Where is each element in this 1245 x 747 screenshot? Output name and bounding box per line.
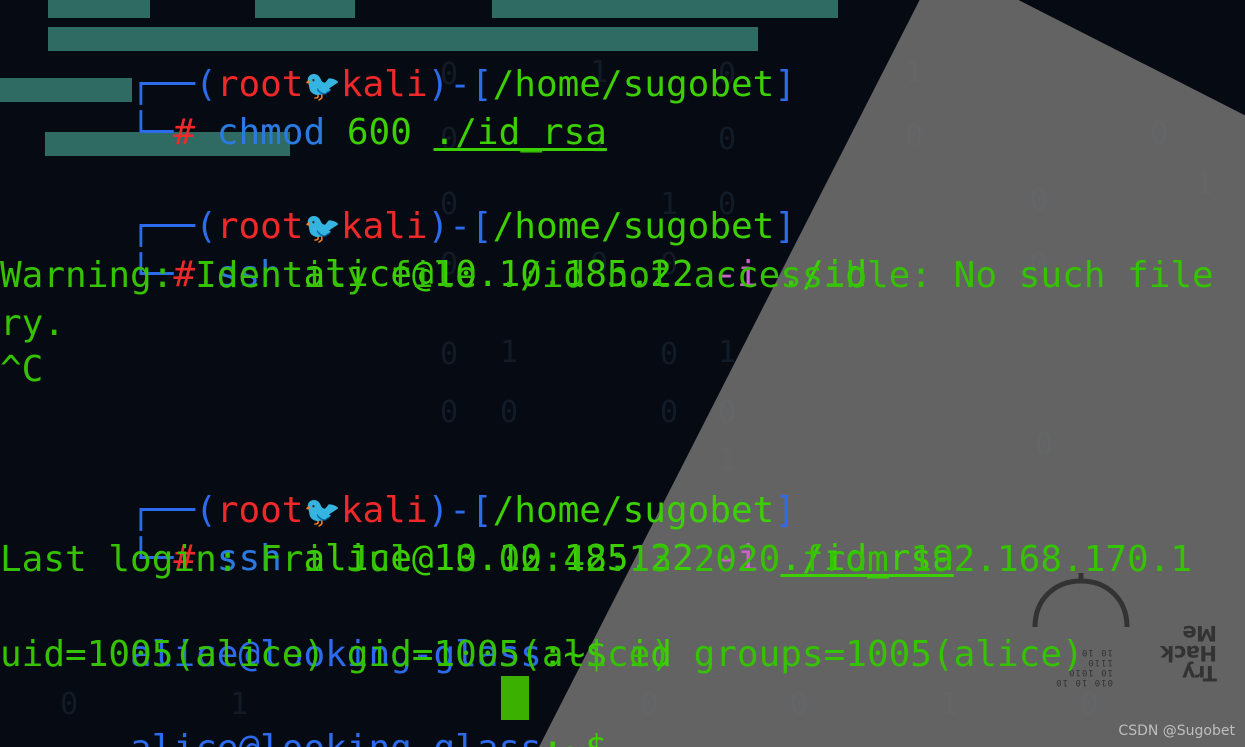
text-cursor[interactable] [501, 676, 529, 720]
terminal-output[interactable]: ┌──(root🐦kali)-[/home/sugobet] └─# chmod… [0, 0, 1245, 747]
terminal-screen: 0 1 0 1 0 0 0 1 0 1 0 0 0 0 0 0 0 1 0 1 … [0, 0, 1245, 747]
output-line: uid=1005(alice) gid=1005(alice) groups=1… [0, 634, 1084, 675]
output-line: Last login: Fri Jul 3 02:42:13 2020 from… [0, 539, 1193, 580]
output-line: ^C [0, 349, 44, 390]
prompt-sigil: # [173, 112, 196, 153]
output-line: ry. [0, 303, 66, 344]
watermark: CSDN @Sugobet [1118, 723, 1235, 739]
prompt-corner-bottom-icon: └─ [130, 112, 174, 153]
command-file: ./id_rsa [433, 112, 607, 153]
remote-user-host: alice@looking-glass [130, 728, 542, 747]
command-args: 600 [346, 112, 412, 153]
remote-path-sigil: :~$ [542, 728, 607, 747]
output-line: Warning: Identity file ./id not accessib… [0, 255, 1214, 296]
command-name: chmod [216, 112, 326, 153]
